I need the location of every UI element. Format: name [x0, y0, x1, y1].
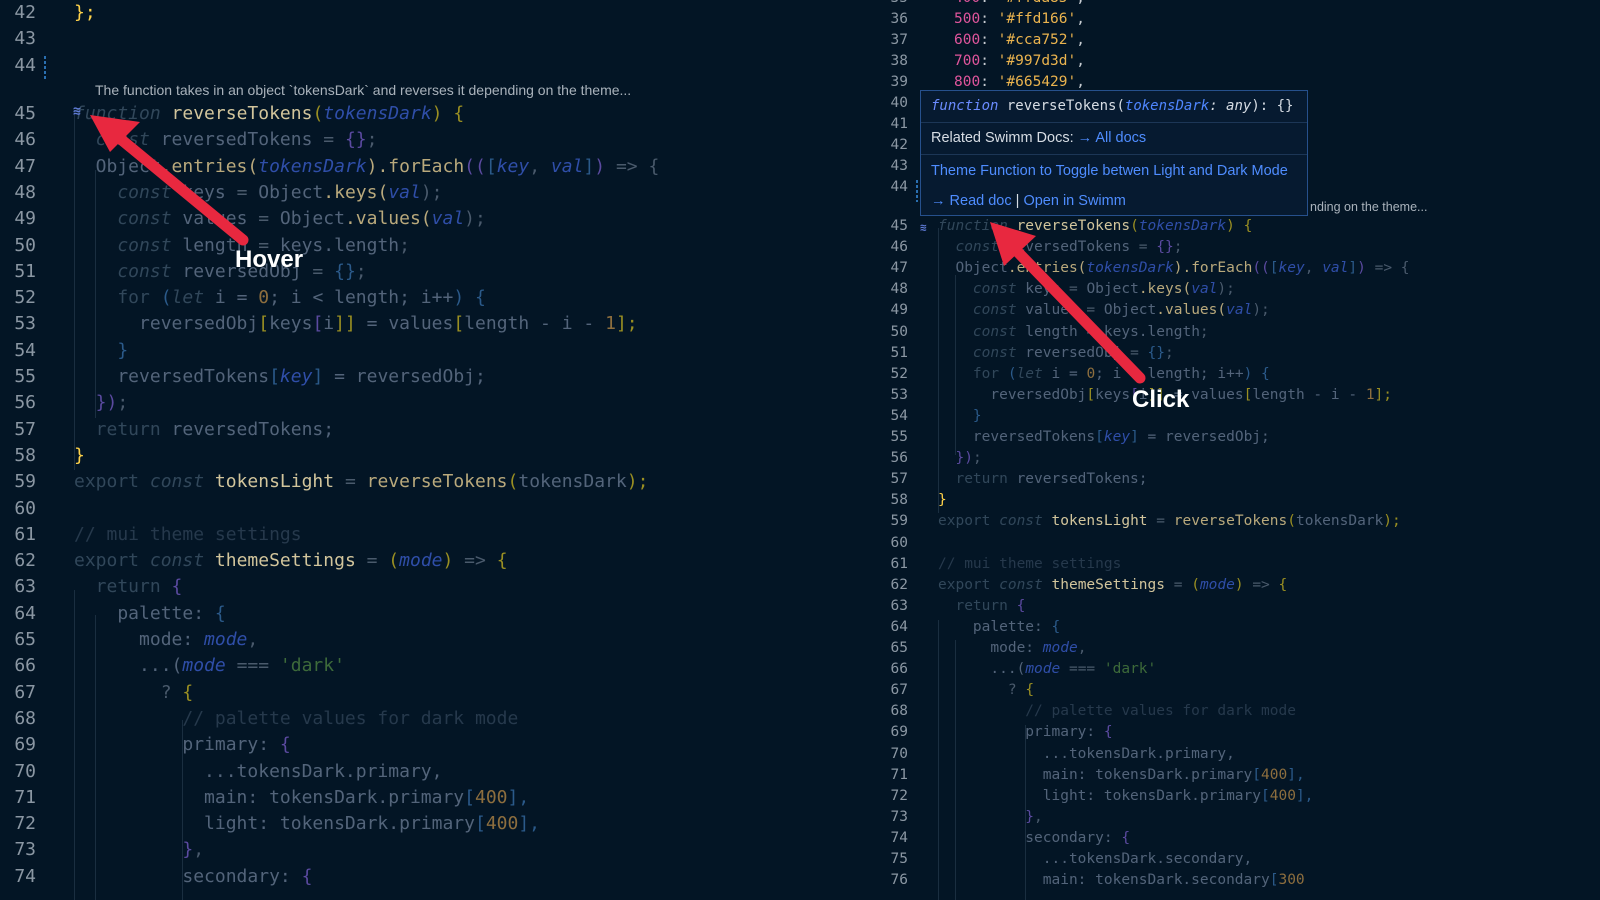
click-annotation-label: Click [1132, 386, 1190, 413]
hover-annotation-label: Hover [235, 246, 304, 273]
click-arrow [990, 222, 1146, 384]
hover-arrow [90, 115, 249, 246]
annotation-arrows [90, 115, 1146, 384]
